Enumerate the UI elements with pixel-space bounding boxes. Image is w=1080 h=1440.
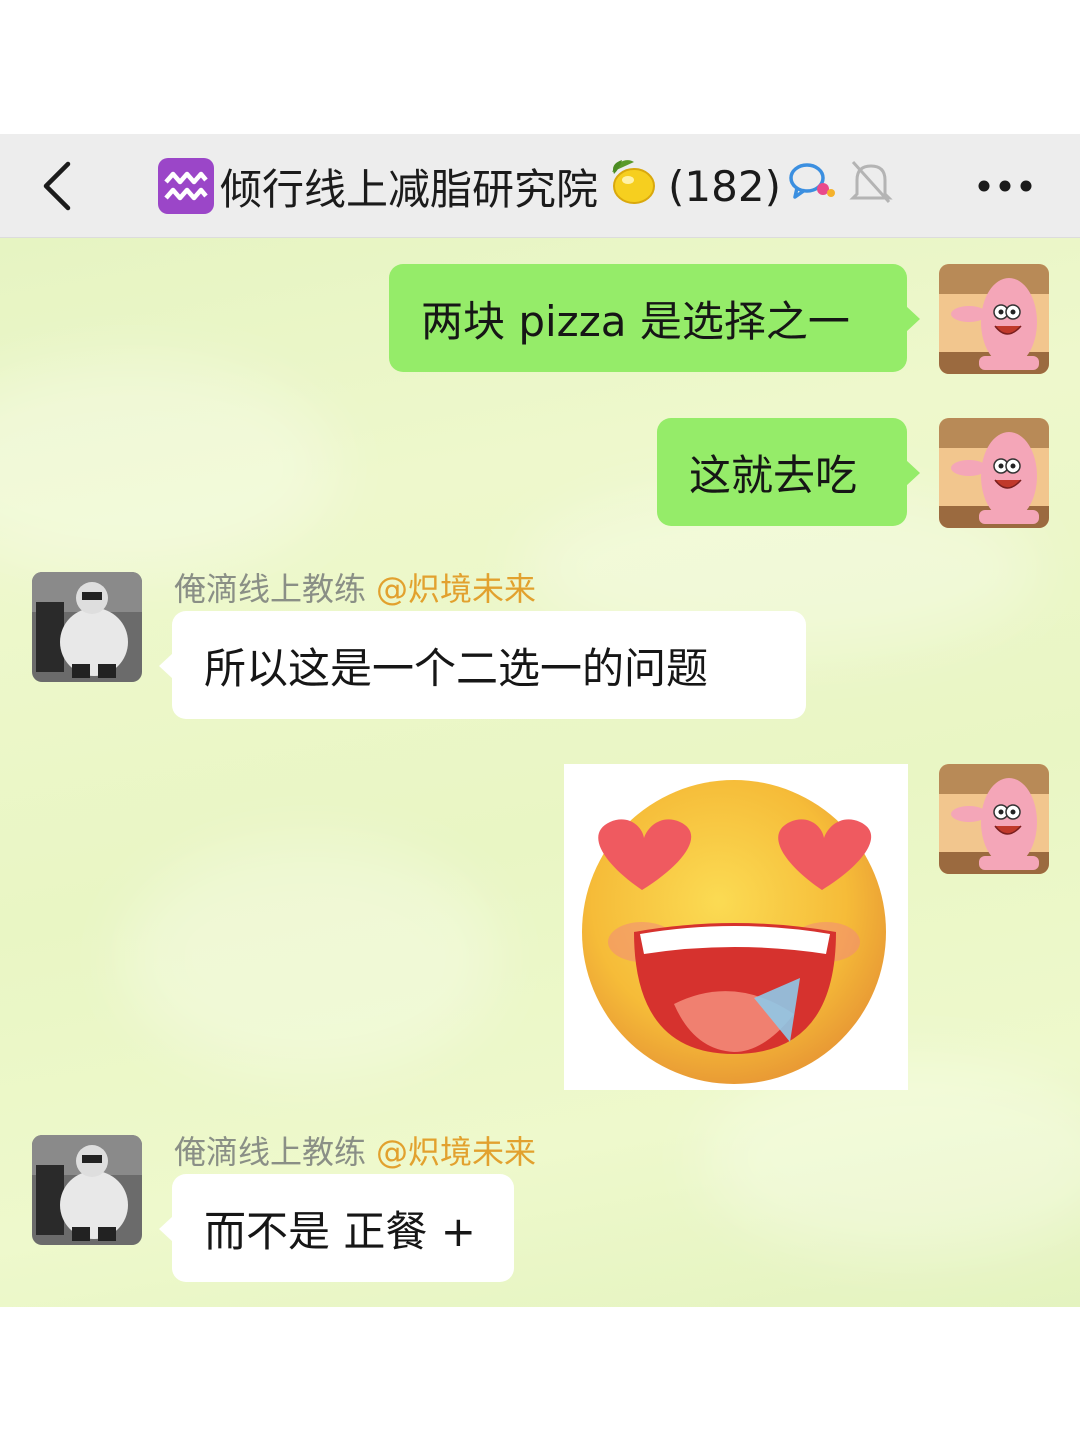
lemon-icon: [604, 154, 658, 218]
message-text: 所以这是一个二选一的问题: [204, 643, 709, 693]
sender-name: 俺滴线上教练: [174, 570, 367, 608]
mention-tag[interactable]: @炽境未来: [376, 1133, 536, 1171]
sender-line: 俺滴线上教练 @炽境未来: [174, 1127, 536, 1173]
sender-line: 俺滴线上教练 @炽境未来: [174, 564, 536, 610]
message-text: 这就去吃: [689, 450, 858, 500]
group-title-row[interactable]: 倾行线上减脂研究院 (182): [158, 156, 899, 216]
chevron-left-icon: [43, 161, 71, 211]
message-bubble-other[interactable]: 所以这是一个二选一的问题: [159, 611, 806, 719]
message-bubble-other[interactable]: 而不是 正餐 +: [159, 1174, 514, 1282]
muted-bell-icon: [843, 156, 899, 216]
background-cloud: [120, 838, 500, 1078]
background-cloud: [0, 358, 340, 578]
my-avatar[interactable]: [939, 418, 1049, 528]
message-bubble-mine[interactable]: 两块 pizza 是选择之一: [389, 264, 920, 372]
group-title: 倾行线上减脂研究院: [220, 164, 599, 214]
sender-avatar[interactable]: [32, 1135, 142, 1245]
my-avatar[interactable]: [939, 764, 1049, 874]
message-text: 而不是 正餐 +: [204, 1206, 476, 1256]
heart-eyes-sticker[interactable]: [564, 764, 908, 1090]
member-count: (182): [668, 161, 781, 211]
back-button[interactable]: [38, 158, 82, 214]
my-avatar[interactable]: [939, 264, 1049, 374]
message-bubble-mine[interactable]: 这就去吃: [657, 418, 920, 526]
sender-name: 俺滴线上教练: [174, 1133, 367, 1171]
more-options-button[interactable]: [972, 164, 1038, 208]
aquarius-icon: [158, 158, 214, 214]
mention-tag[interactable]: @炽境未来: [376, 570, 536, 608]
chat-area[interactable]: 两块 pizza 是选择之一 这就去吃 俺滴线上教练 @炽境未来 所以这是一个二…: [0, 238, 1080, 1307]
more-dots-icon: [978, 180, 1032, 192]
chat-header: 倾行线上减脂研究院 (182): [0, 134, 1080, 238]
chat-bubbles-icon: [787, 159, 837, 213]
sender-avatar[interactable]: [32, 572, 142, 682]
message-text: 两块 pizza 是选择之一: [421, 296, 850, 346]
